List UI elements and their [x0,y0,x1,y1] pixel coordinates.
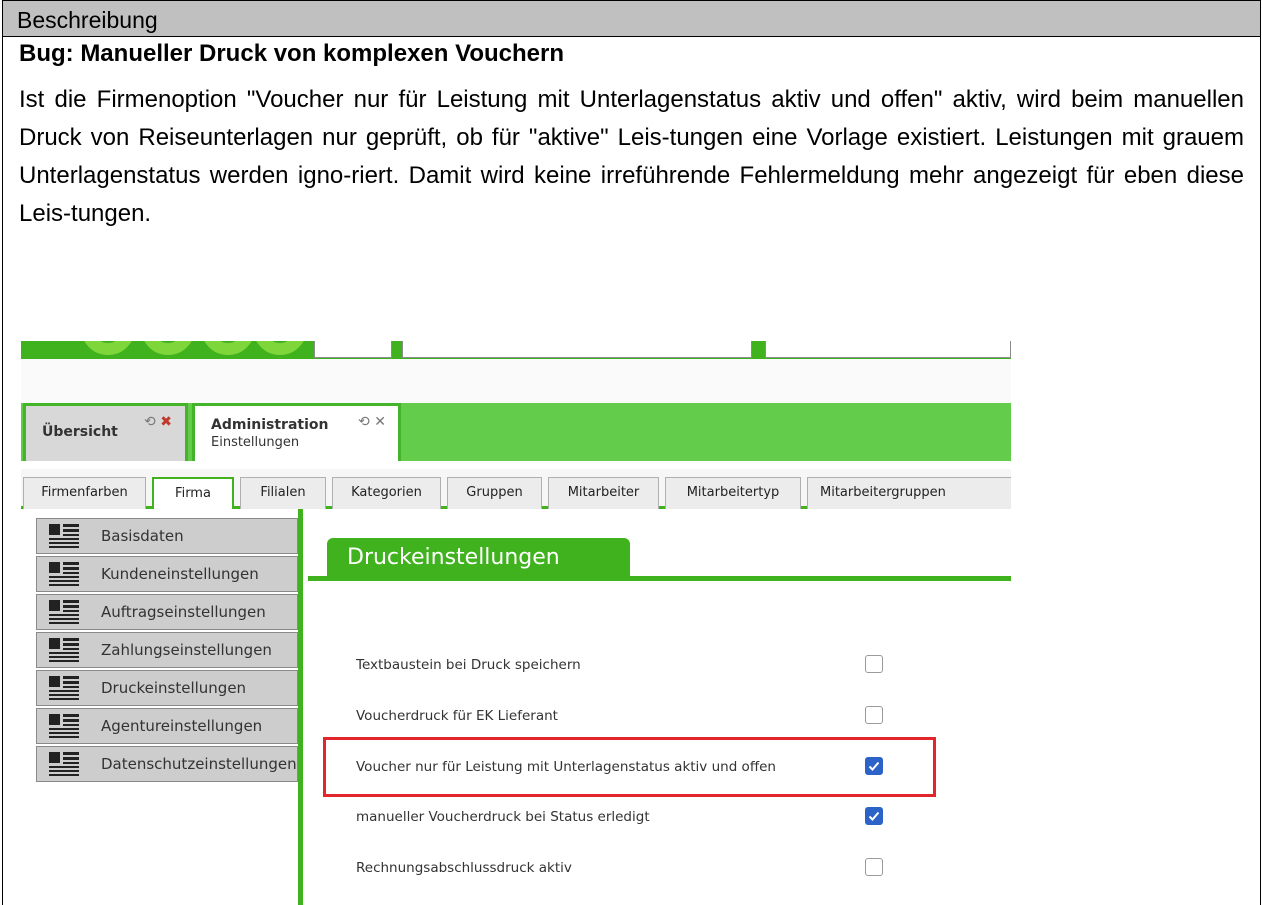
option-checkbox[interactable] [865,706,883,724]
embedded-screenshot: Übersicht ⟲ ✖ Administration Einstellung… [21,341,1011,905]
sidebar-item-label: Agentureinstellungen [101,717,263,735]
sidebar-item-datenschutzeinstellungen[interactable]: Datenschutzeinstellungen [36,746,298,782]
top-field[interactable] [765,341,1011,358]
sidebar-item-label: Auftragseinstellungen [101,603,266,621]
top-field[interactable] [314,341,392,358]
document-list-icon [49,714,79,738]
document-list-icon [49,600,79,624]
settings-tabs: Firmenfarben Firma Filialen Kategorien G… [21,469,1011,511]
tab-administration-sublabel: Einstellungen [211,435,300,450]
document-list-icon [49,752,79,776]
tab-gruppen[interactable]: Gruppen [447,477,542,509]
sidebar-item-auftragseinstellungen[interactable]: Auftragseinstellungen [36,594,298,630]
sidebar-item-zahlungseinstellungen[interactable]: Zahlungseinstellungen [36,632,298,668]
content-title: Druckeinstellungen [347,545,560,570]
sidebar-item-label: Druckeinstellungen [101,679,247,697]
tab-firma[interactable]: Firma [152,477,234,511]
tab-mitarbeitertyp[interactable]: Mitarbeitertyp [665,477,801,509]
sidebar-item-druckeinstellungen[interactable]: Druckeinstellungen [36,670,298,706]
document-list-icon [49,524,79,548]
document-list-icon [49,562,79,586]
tab-kategorien[interactable]: Kategorien [332,477,441,509]
tab-administration-label: Administration [211,417,329,433]
top-search-field[interactable] [402,341,752,358]
settings-sidebar: Basisdaten Kundeneinstellungen Auftragse… [36,509,303,905]
section-header-label: Beschreibung [17,7,158,33]
sidebar-item-agentureinstellungen[interactable]: Agentureinstellungen [36,708,298,744]
app-top-bar [21,341,1011,359]
tab-administration-icons[interactable]: ⟲ ✕ [358,414,386,430]
option-checkbox[interactable] [865,655,883,673]
toolbar-gap [21,359,1011,404]
option-checkbox-checked[interactable] [865,807,883,825]
refresh-icon[interactable]: ⟲ [144,414,156,430]
tab-administration[interactable]: Administration Einstellungen ⟲ ✕ [192,403,401,461]
sidebar-item-label: Zahlungseinstellungen [101,641,272,659]
refresh-icon[interactable]: ⟲ [358,414,370,430]
document-list-icon [49,638,79,662]
tab-firmenfarben[interactable]: Firmenfarben [23,477,146,509]
tab-mitarbeiter[interactable]: Mitarbeiter [548,477,659,509]
option-label: Textbaustein bei Druck speichern [356,657,581,673]
tab-uebersicht[interactable]: Übersicht ⟲ ✖ [23,403,188,461]
section-header: Beschreibung [3,1,1260,37]
document-list-icon [49,676,79,700]
document-frame: Beschreibung Bug: Manueller Druck von ko… [2,0,1261,905]
tab-filialen[interactable]: Filialen [240,477,326,509]
logo [21,341,311,359]
sidebar-item-label: Kundeneinstellungen [101,565,259,583]
highlight-box [323,737,936,797]
close-icon[interactable]: ✕ [374,414,386,430]
option-label: Voucherdruck für EK Lieferant [356,708,558,724]
tab-uebersicht-label: Übersicht [42,424,118,440]
option-checkbox[interactable] [865,858,883,876]
document-tabs: Übersicht ⟲ ✖ Administration Einstellung… [21,403,1011,461]
sidebar-item-basisdaten[interactable]: Basisdaten [36,518,298,554]
tab-uebersicht-icons[interactable]: ⟲ ✖ [144,414,172,430]
option-label: Rechnungsabschlussdruck aktiv [356,860,572,876]
document-title: Bug: Manueller Druck von komplexen Vouch… [19,40,564,67]
sidebar-item-kundeneinstellungen[interactable]: Kundeneinstellungen [36,556,298,592]
option-label: manueller Voucherdruck bei Status erledi… [356,809,650,825]
checkmark-icon [868,811,880,821]
document-body: Ist die Firmenoption "Voucher nur für Le… [19,86,1244,227]
sidebar-item-label: Datenschutzeinstellungen [101,755,297,773]
sidebar-item-label: Basisdaten [101,527,184,545]
content-title-tab[interactable]: Druckeinstellungen [327,538,630,581]
close-icon[interactable]: ✖ [160,414,172,430]
settings-content: Druckeinstellungen Textbaustein bei Druc… [308,509,1011,905]
tab-mitarbeitergruppen[interactable]: Mitarbeitergruppen [807,477,1011,509]
